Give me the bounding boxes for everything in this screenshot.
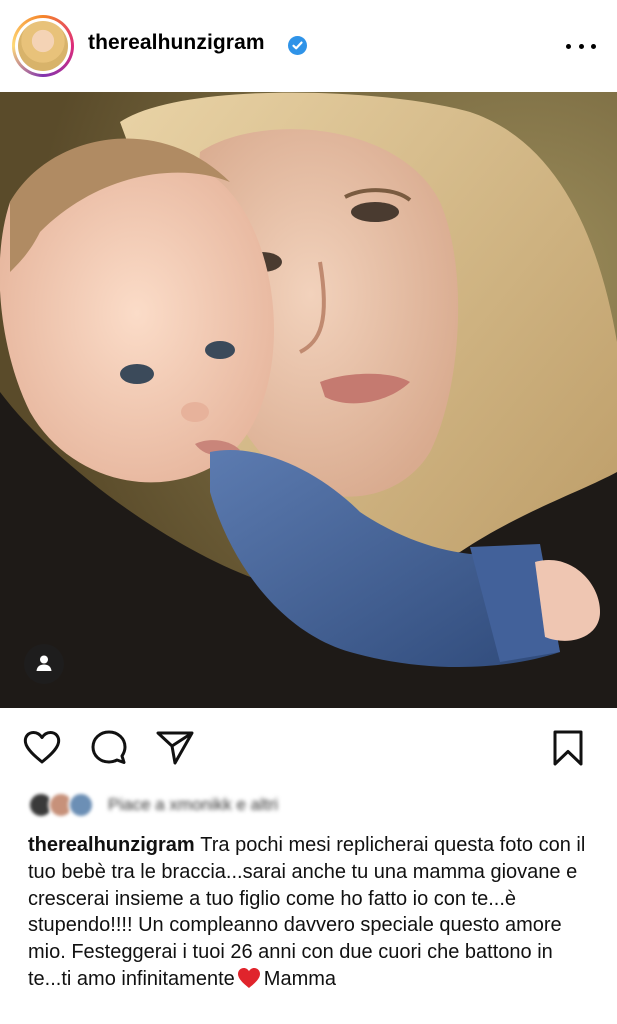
tagged-users-button[interactable] [24,644,64,684]
post-username[interactable]: therealhunzigram [88,31,265,55]
comment-button[interactable] [89,728,129,768]
post-photo[interactable] [0,92,617,708]
likes-summary[interactable]: Piace a xmonikk e altri [28,790,428,818]
post-caption: therealhunzigram Tra pochi mesi repliche… [28,832,598,993]
caption-text: Tra pochi mesi replicherai questa foto c… [28,834,586,990]
red-heart-emoji-icon [237,967,260,988]
bookmark-icon [553,730,583,766]
post-actions-bar [0,720,617,776]
send-icon [156,731,194,765]
comment-icon [91,730,127,764]
share-button[interactable] [155,728,195,768]
like-button[interactable] [22,728,62,768]
heart-icon [23,731,61,764]
liker-avatar [68,792,94,818]
more-options-icon[interactable] [566,42,596,50]
caption-signature: Mamma [263,967,337,990]
verified-badge-icon [288,36,307,55]
user-tag-icon [36,655,52,671]
post-photo-illustration [0,92,617,708]
save-button[interactable] [548,728,588,768]
likes-text: Piace a xmonikk e altri [108,795,279,814]
post-header: therealhunzigram [0,0,617,92]
caption-username[interactable]: therealhunzigram [28,834,200,856]
profile-avatar[interactable] [12,15,74,77]
